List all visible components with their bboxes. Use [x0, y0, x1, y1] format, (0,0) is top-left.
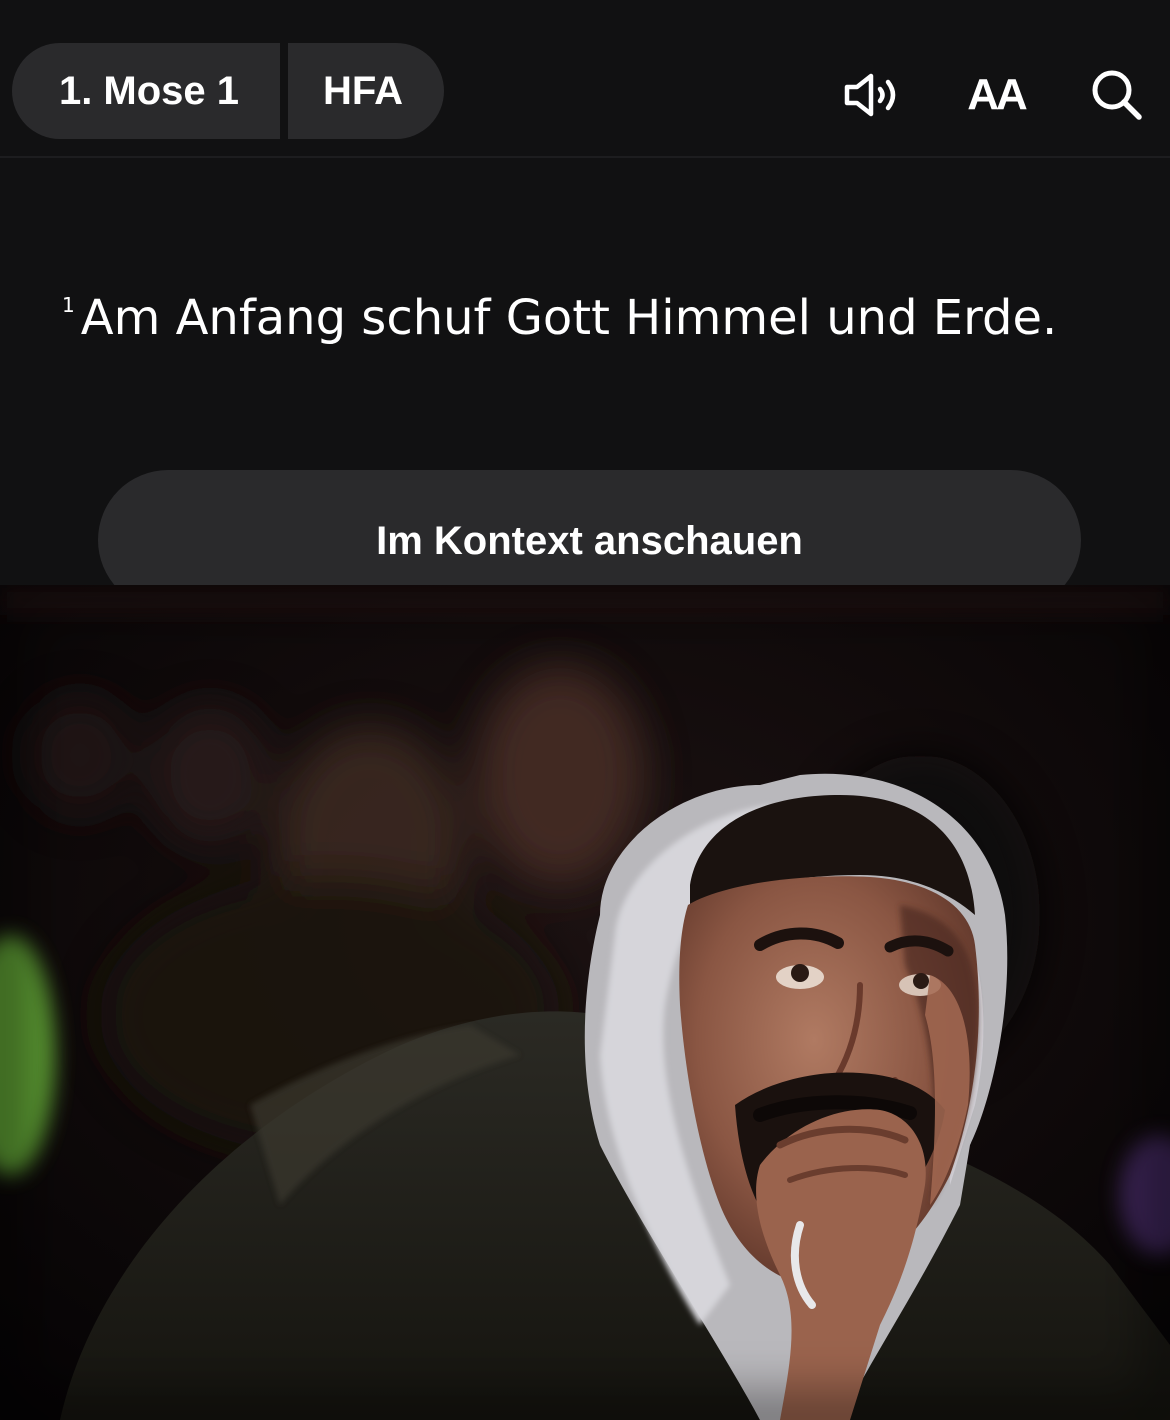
top-bar: 1. Mose 1 HFA AA [0, 0, 1170, 158]
text-size-icon[interactable]: AA [955, 60, 1037, 130]
verse-text-block: 1 Am Anfang schuf Gott Himmel und Erde. [62, 262, 1102, 361]
verse-text: Am Anfang schuf Gott Himmel und Erde. [80, 290, 1058, 346]
verse-number: 1 [62, 293, 75, 317]
search-icon[interactable] [1082, 60, 1152, 130]
selector-divider [280, 43, 288, 139]
speaker-icon[interactable] [838, 60, 908, 130]
version-button[interactable]: HFA [288, 43, 444, 139]
bible-verse-screen: 1. Mose 1 HFA AA 1 Am Anfang schuf Gott H… [0, 0, 1170, 610]
book-chapter-button[interactable]: 1. Mose 1 [12, 43, 280, 139]
passage-selector: 1. Mose 1 HFA [12, 43, 444, 139]
reaction-photo [0, 585, 1170, 1420]
